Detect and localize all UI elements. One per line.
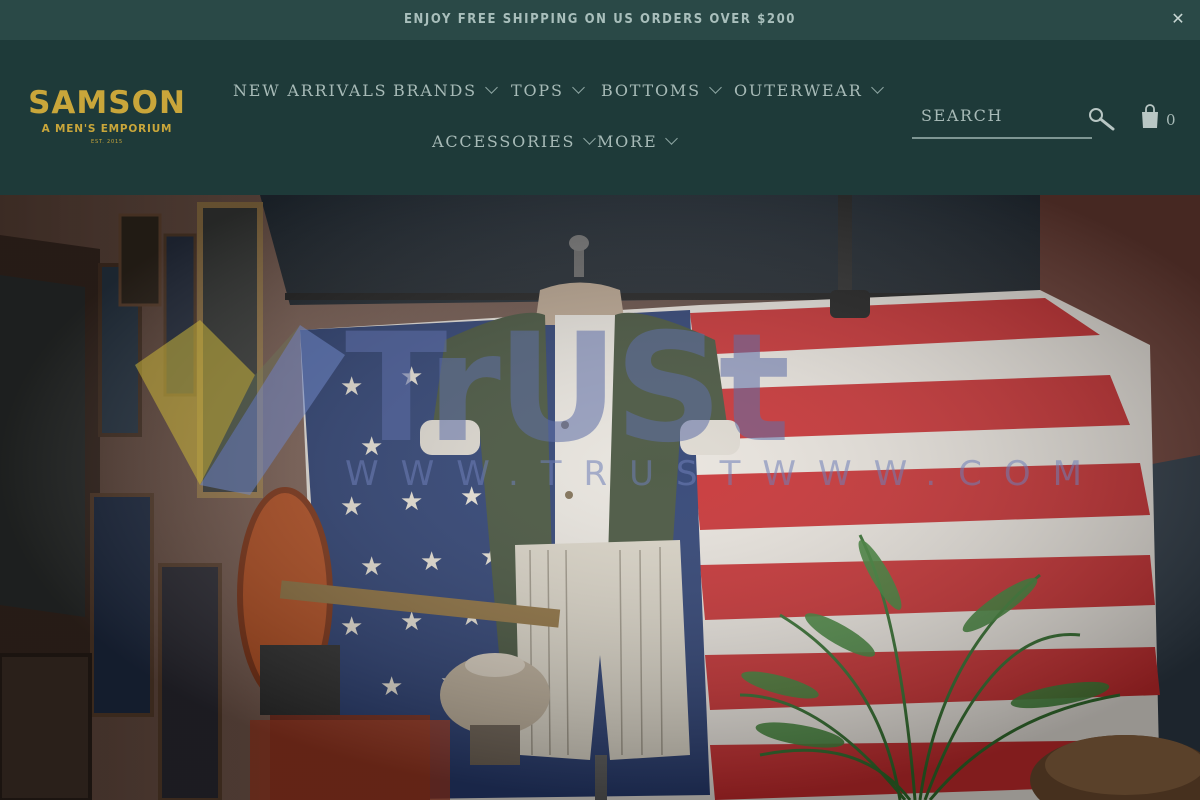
chevron-down-icon (583, 132, 597, 145)
nav-label: BOTTOMS (601, 81, 701, 100)
search-icon[interactable] (1087, 106, 1117, 134)
announcement-bar: ENJOY FREE SHIPPING ON US ORDERS OVER $2… (0, 0, 1200, 40)
chevron-down-icon (665, 132, 679, 145)
announcement-text: ENJOY FREE SHIPPING ON US ORDERS OVER $2… (403, 12, 797, 27)
cart-link[interactable]: 0 (1139, 104, 1181, 134)
search-box (912, 98, 1092, 139)
chevron-down-icon (485, 81, 498, 94)
nav-item-outerwear[interactable]: OUTERWEAR (734, 81, 884, 103)
nav-item-accessories[interactable]: ACCESSORIES (432, 132, 597, 154)
nav-label: BRANDS (393, 81, 477, 100)
cart-count: 0 (1166, 111, 1176, 129)
nav-item-bottoms[interactable]: BOTTOMS (601, 81, 722, 103)
chevron-down-icon (709, 81, 722, 94)
nav-label: MORE (597, 132, 658, 151)
watermark-word: TrUSt (345, 302, 788, 476)
nav-label: NEW ARRIVALS (233, 81, 388, 100)
nav-item-new-arrivals[interactable]: NEW ARRIVALS (233, 81, 387, 103)
logo-tagline: A MEN'S EMPORIUM (41, 123, 173, 135)
logo-established: EST. 2015 (91, 139, 123, 145)
shopping-bag-icon (1142, 104, 1158, 128)
search-input[interactable] (921, 104, 1086, 126)
nav-label: TOPS (511, 81, 564, 100)
close-icon[interactable]: ✕ (1170, 10, 1186, 28)
chevron-down-icon (870, 81, 884, 94)
watermark-url: WWW.TRUSTWWW.COM (345, 454, 1104, 494)
nav-label: OUTERWEAR (734, 81, 863, 100)
logo-name: SAMSON (28, 85, 186, 121)
chevron-down-icon (571, 81, 585, 94)
nav-item-tops[interactable]: TOPS (511, 81, 585, 103)
hero-image: ★★★ ★★★ ★★★ ★★★ ★★★ ★★★ ★★ (0, 195, 1200, 800)
nav-item-brands[interactable]: BRANDS (393, 81, 498, 103)
nav-label: ACCESSORIES (432, 132, 576, 151)
store-logo[interactable]: SAMSON A MEN'S EMPORIUM EST. 2015 (18, 86, 196, 150)
nav-item-more[interactable]: MORE (597, 132, 679, 154)
hero-banner[interactable]: ★★★ ★★★ ★★★ ★★★ ★★★ ★★★ ★★ (0, 195, 1200, 800)
